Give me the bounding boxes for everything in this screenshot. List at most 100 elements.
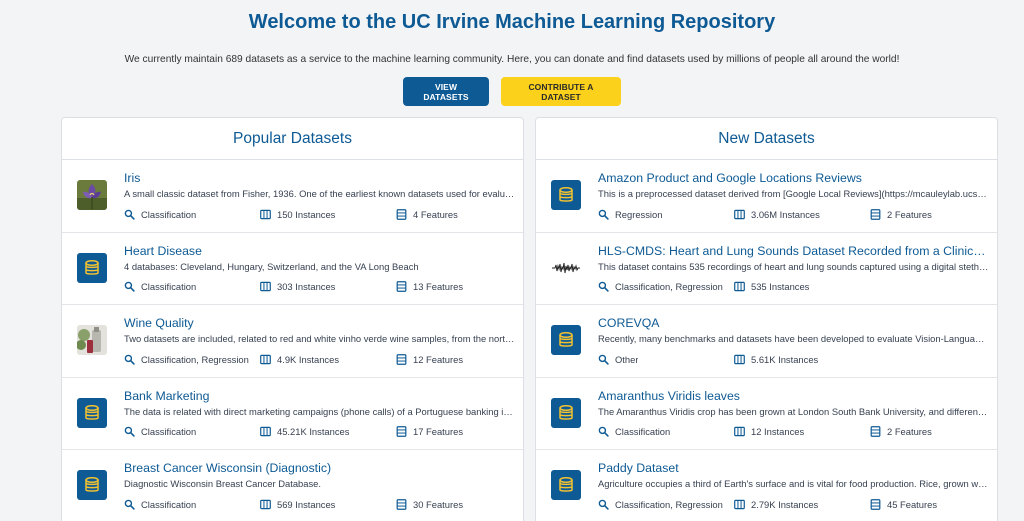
view-datasets-button[interactable]: VIEW DATASETS — [403, 77, 489, 106]
dataset-thumbnail[interactable] — [77, 470, 107, 500]
search-icon — [598, 426, 609, 437]
database-icon — [85, 404, 99, 420]
database-icon — [559, 186, 573, 202]
dataset-thumbnail[interactable] — [551, 252, 581, 283]
table-columns-icon — [734, 354, 745, 364]
dataset-thumbnail[interactable] — [77, 180, 107, 210]
dataset-features: 17 Features — [396, 426, 496, 437]
dataset-title[interactable]: Amaranthus Viridis leaves — [598, 388, 989, 404]
dataset-description: The data is related with direct marketin… — [124, 405, 515, 417]
dataset-thumbnail[interactable] — [551, 470, 581, 500]
dataset-meta: Classification 45.21K Instances 17 Featu… — [124, 425, 515, 439]
dataset-title[interactable]: HLS-CMDS: Heart and Lung Sounds Dataset … — [598, 243, 989, 259]
dataset-description: Recently, many benchmarks and datasets h… — [598, 333, 989, 344]
dataset-task: Regression — [598, 209, 734, 220]
dataset-title[interactable]: Heart Disease — [124, 243, 515, 259]
dataset-instances: 12 Instances — [734, 426, 870, 437]
table-rows-icon — [396, 281, 407, 292]
dataset-instances-label: 5.61K Instances — [751, 353, 819, 365]
wine-image — [77, 325, 107, 355]
dataset-task-label: Classification, Regression — [615, 281, 723, 292]
table-columns-icon — [260, 354, 271, 364]
dataset-features-label: 12 Features — [413, 353, 464, 365]
table-columns-icon — [260, 281, 271, 292]
dataset-features: 12 Features — [396, 354, 496, 365]
dataset-thumbnail[interactable] — [77, 397, 107, 428]
dataset-meta: Classification 569 Instances 30 Features — [124, 497, 515, 511]
new-dataset-item[interactable]: HLS-CMDS: Heart and Lung Sounds Dataset … — [536, 233, 997, 305]
dataset-features-label: 17 Features — [413, 426, 464, 437]
dataset-title[interactable]: Breast Cancer Wisconsin (Diagnostic) — [124, 460, 515, 476]
dataset-instances: 5.61K Instances — [734, 354, 870, 365]
dataset-thumbnail[interactable] — [551, 325, 581, 355]
dataset-task: Other — [598, 354, 734, 365]
search-icon — [124, 281, 135, 292]
popular-dataset-item[interactable]: Bank Marketing The data is related with … — [62, 378, 523, 450]
dataset-panels: Popular Datasets Iris A small classic da… — [61, 117, 998, 521]
table-columns-icon — [734, 499, 745, 509]
popular-dataset-item[interactable]: Wine Quality Two datasets are included, … — [62, 305, 523, 378]
dataset-features-label: 2 Features — [887, 208, 932, 220]
table-columns-icon — [734, 281, 745, 292]
search-icon — [124, 426, 135, 437]
dataset-task-label: Other — [615, 353, 639, 365]
dataset-thumbnail[interactable] — [77, 252, 107, 283]
dataset-task-label: Classification — [141, 426, 197, 437]
dataset-task-label: Classification — [615, 426, 671, 437]
dataset-title[interactable]: COREVQA — [598, 315, 989, 331]
dataset-instances-label: 303 Instances — [277, 281, 336, 292]
table-columns-icon — [260, 499, 271, 509]
dataset-instances-label: 2.79K Instances — [751, 498, 819, 510]
dataset-instances: 45.21K Instances — [260, 426, 396, 437]
page-title: Welcome to the UC Irvine Machine Learnin… — [248, 11, 776, 33]
dataset-task: Classification — [124, 209, 260, 220]
dataset-task: Classification — [124, 426, 260, 437]
new-dataset-item[interactable]: COREVQA Recently, many benchmarks and da… — [536, 305, 997, 378]
dataset-instances-label: 150 Instances — [277, 208, 336, 220]
dataset-title[interactable]: Iris — [124, 170, 515, 186]
contribute-dataset-button[interactable]: CONTRIBUTE A DATASET — [501, 77, 621, 106]
dataset-description: The Amaranthus Viridis crop has been gro… — [598, 405, 989, 417]
dataset-title[interactable]: Bank Marketing — [124, 388, 515, 404]
popular-dataset-item[interactable]: Breast Cancer Wisconsin (Diagnostic) Dia… — [62, 450, 523, 521]
dataset-description: Agriculture occupies a third of Earth's … — [598, 478, 989, 489]
dataset-meta: Classification, Regression 2.79K Instanc… — [598, 497, 989, 511]
dataset-description: Two datasets are included, related to re… — [124, 333, 515, 344]
database-icon — [559, 476, 573, 492]
search-icon — [124, 499, 135, 510]
dataset-meta: Classification 12 Instances 2 Features — [598, 425, 989, 439]
database-icon — [559, 404, 573, 420]
dataset-task-label: Classification — [141, 208, 197, 220]
dataset-instances-label: 569 Instances — [277, 498, 336, 510]
dataset-instances: 4.9K Instances — [260, 354, 396, 365]
dataset-description: A small classic dataset from Fisher, 193… — [124, 188, 515, 199]
dataset-thumbnail[interactable] — [77, 325, 107, 355]
dataset-title[interactable]: Amazon Product and Google Locations Revi… — [598, 170, 989, 186]
new-dataset-item[interactable]: Amaranthus Viridis leaves The Amaranthus… — [536, 378, 997, 450]
dataset-thumbnail[interactable] — [551, 180, 581, 210]
search-icon — [598, 499, 609, 510]
dataset-title[interactable]: Wine Quality — [124, 315, 515, 331]
new-dataset-item[interactable]: Amazon Product and Google Locations Revi… — [536, 160, 997, 233]
search-icon — [598, 209, 609, 220]
popular-dataset-item[interactable]: Iris A small classic dataset from Fisher… — [62, 160, 523, 233]
dataset-features: 2 Features — [870, 209, 970, 220]
dataset-description: This dataset contains 535 recordings of … — [598, 260, 989, 272]
popular-datasets-title: Popular Datasets — [62, 118, 523, 160]
new-dataset-item[interactable]: Paddy Dataset Agriculture occupies a thi… — [536, 450, 997, 521]
database-icon — [559, 331, 573, 347]
dataset-task-label: Classification, Regression — [141, 353, 249, 365]
dataset-task: Classification, Regression — [598, 281, 734, 292]
dataset-thumbnail[interactable] — [551, 397, 581, 428]
dataset-meta: Classification, Regression 535 Instances — [598, 280, 989, 294]
dataset-features: 45 Features — [870, 499, 970, 510]
dataset-instances-label: 45.21K Instances — [277, 426, 350, 437]
dataset-title[interactable]: Paddy Dataset — [598, 460, 989, 476]
table-columns-icon — [734, 426, 745, 437]
dataset-task-label: Classification, Regression — [615, 498, 723, 510]
popular-datasets-panel: Popular Datasets Iris A small classic da… — [61, 117, 524, 521]
table-columns-icon — [260, 426, 271, 437]
dataset-features-label: 2 Features — [887, 426, 932, 437]
popular-dataset-item[interactable]: Heart Disease 4 databases: Cleveland, Hu… — [62, 233, 523, 305]
hero-section: Welcome to the UC Irvine Machine Learnin… — [0, 0, 1024, 106]
